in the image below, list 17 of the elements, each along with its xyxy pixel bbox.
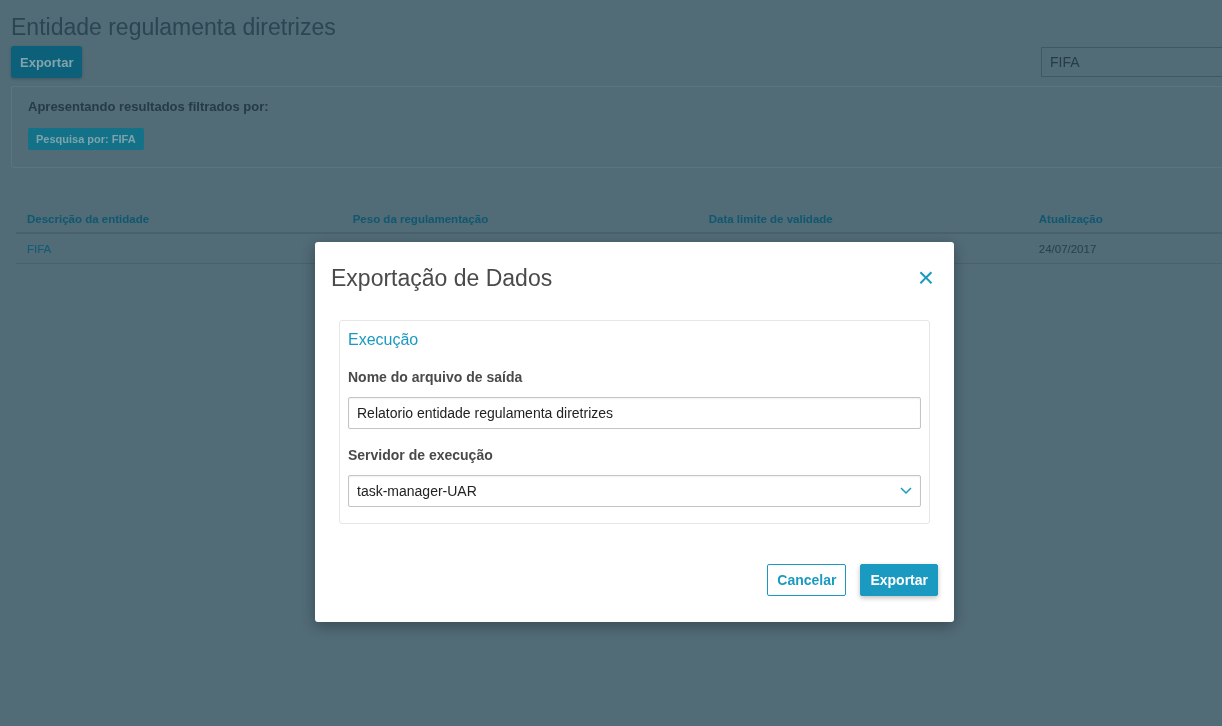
input-field[interactable]: Relatorio entidade regulamenta diretrizes (348, 397, 921, 429)
column-header[interactable]: Peso da regulamentação (341, 206, 698, 233)
column-header[interactable]: Descrição da entidade (16, 206, 342, 233)
section-legend: Execução (348, 331, 921, 349)
select-value: task-manager-UAR (357, 483, 477, 499)
column-header[interactable]: Atualização (1027, 206, 1222, 233)
field-label: Servidor de execução (348, 447, 494, 463)
select-field[interactable]: task-manager-UAR (348, 475, 921, 507)
export-button[interactable]: Exportar (11, 46, 83, 78)
filter-tag[interactable]: Pesquisa por: FIFA (28, 128, 144, 150)
chevron-down-icon (900, 487, 912, 495)
column-header[interactable]: Data limite de validade (697, 206, 1028, 233)
field-label: Nome do arquivo de saída (348, 369, 524, 385)
export-button[interactable]: Exportar (860, 564, 938, 596)
cancel-button[interactable]: Cancelar (767, 564, 847, 596)
close-button[interactable]: × (913, 264, 938, 292)
dialog-title: Exportação de Dados (331, 264, 553, 292)
